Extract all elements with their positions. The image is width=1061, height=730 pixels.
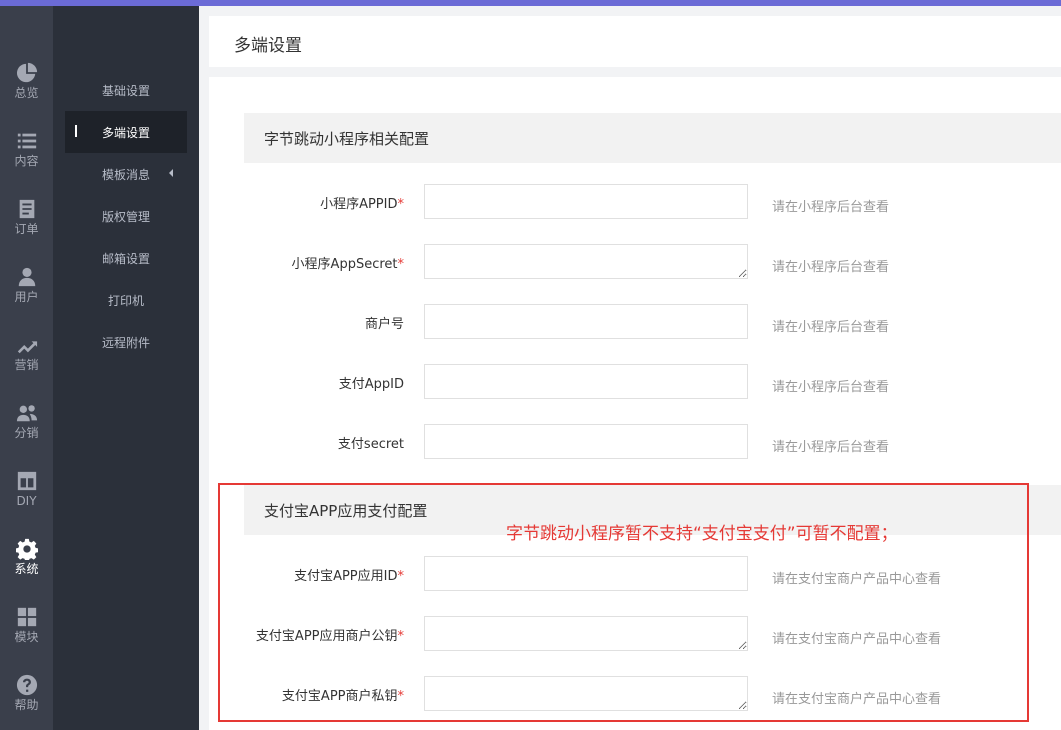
field-label-pay-secret: 支付secret bbox=[338, 433, 404, 452]
nav-modules[interactable]: 模块 bbox=[0, 591, 53, 659]
users-icon bbox=[16, 405, 37, 422]
nav-content[interactable]: 内容 bbox=[0, 115, 53, 183]
merchant-no-input[interactable] bbox=[424, 304, 748, 339]
pie-chart-icon bbox=[16, 62, 37, 83]
submenu-basic-settings[interactable]: 基础设置 bbox=[65, 69, 187, 111]
layout-icon bbox=[17, 471, 36, 491]
list-icon bbox=[17, 133, 36, 149]
field-label-appid-text: 小程序APPID bbox=[320, 197, 398, 212]
submenu-email[interactable]: 邮箱设置 bbox=[65, 237, 187, 279]
required-mark: * bbox=[397, 257, 405, 272]
nav-diy[interactable]: DIY bbox=[0, 455, 53, 523]
nav-help[interactable]: 帮助 bbox=[0, 659, 53, 727]
nav-distribution[interactable]: 分销 bbox=[0, 387, 53, 455]
nav-diy-label: DIY bbox=[16, 494, 37, 508]
gear-icon bbox=[15, 538, 38, 560]
field-label-merchant-no: 商户号 bbox=[365, 313, 404, 332]
submenu-remote-attachment-label: 远程附件 bbox=[101, 335, 150, 350]
submenu-copyright-label: 版权管理 bbox=[101, 209, 150, 224]
appsecret-hint: 请在小程序后台查看 bbox=[772, 260, 890, 275]
trend-icon bbox=[17, 341, 37, 354]
submenu-template-messages[interactable]: 模板消息 bbox=[65, 153, 187, 195]
section-bytedance-header: 字节跳动小程序相关配置 bbox=[244, 113, 1061, 163]
submenu-printer[interactable]: 打印机 bbox=[65, 279, 187, 321]
appid-hint: 请在小程序后台查看 bbox=[772, 200, 890, 215]
merchant-no-hint: 请在小程序后台查看 bbox=[772, 320, 890, 335]
field-label-merchant-no-text: 商户号 bbox=[364, 317, 404, 332]
chevron-left-icon bbox=[169, 169, 173, 177]
icon-sidebar: 总览 内容 订单 用户 营销 分销 DIY 系统 模块 帮助 bbox=[0, 6, 53, 730]
user-icon bbox=[18, 267, 35, 287]
field-label-pay-secret-text: 支付secret bbox=[337, 437, 404, 452]
submenu-printer-label: 打印机 bbox=[107, 293, 144, 308]
nav-help-label: 帮助 bbox=[14, 698, 39, 712]
nav-overview-label: 总览 bbox=[14, 86, 39, 100]
nav-content-label: 内容 bbox=[14, 154, 39, 168]
appid-input[interactable] bbox=[424, 184, 748, 219]
submenu-multi-platform[interactable]: 多端设置 bbox=[65, 111, 187, 153]
field-label-appid: 小程序APPID* bbox=[320, 193, 404, 212]
field-label-appsecret: 小程序AppSecret* bbox=[292, 253, 404, 272]
submenu-template-messages-label: 模板消息 bbox=[101, 167, 150, 182]
settings-submenu: 基础设置 多端设置 模板消息 版权管理 邮箱设置 打印机 远程附件 bbox=[53, 6, 199, 730]
submenu-email-label: 邮箱设置 bbox=[101, 251, 150, 266]
annotation-note: 字节跳动小程序暂不支持“支付宝支付”可暂不配置； bbox=[506, 524, 898, 544]
help-icon bbox=[16, 674, 37, 696]
submenu-multi-platform-label: 多端设置 bbox=[101, 125, 150, 140]
nav-marketing-label: 营销 bbox=[14, 358, 39, 372]
nav-orders-label: 订单 bbox=[14, 222, 39, 236]
pay-appid-input[interactable] bbox=[424, 364, 748, 399]
appsecret-textarea[interactable] bbox=[424, 244, 748, 279]
pay-secret-hint: 请在小程序后台查看 bbox=[772, 440, 890, 455]
nav-orders[interactable]: 订单 bbox=[0, 183, 53, 251]
field-label-pay-appid-text: 支付AppID bbox=[338, 377, 404, 392]
field-label-appsecret-text: 小程序AppSecret bbox=[291, 257, 398, 272]
submenu-basic-settings-label: 基础设置 bbox=[101, 83, 150, 98]
nav-users-label: 用户 bbox=[14, 290, 39, 304]
submenu-copyright[interactable]: 版权管理 bbox=[65, 195, 187, 237]
nav-system-label: 系统 bbox=[14, 562, 39, 576]
section-bytedance-title: 字节跳动小程序相关配置 bbox=[264, 130, 430, 148]
page-title: 多端设置 bbox=[234, 36, 302, 56]
grid-icon bbox=[17, 607, 36, 627]
pay-appid-hint: 请在小程序后台查看 bbox=[772, 380, 890, 395]
nav-marketing[interactable]: 营销 bbox=[0, 319, 53, 387]
document-icon bbox=[19, 199, 34, 219]
nav-users[interactable]: 用户 bbox=[0, 251, 53, 319]
required-mark: * bbox=[397, 197, 405, 212]
field-label-pay-appid: 支付AppID bbox=[339, 373, 404, 392]
nav-overview[interactable]: 总览 bbox=[0, 47, 53, 115]
nav-distribution-label: 分销 bbox=[14, 426, 39, 440]
nav-system[interactable]: 系统 bbox=[0, 523, 53, 591]
nav-modules-label: 模块 bbox=[14, 630, 39, 644]
submenu-remote-attachment[interactable]: 远程附件 bbox=[65, 321, 187, 363]
pay-secret-input[interactable] bbox=[424, 424, 748, 459]
page-header: 多端设置 bbox=[209, 16, 1061, 67]
